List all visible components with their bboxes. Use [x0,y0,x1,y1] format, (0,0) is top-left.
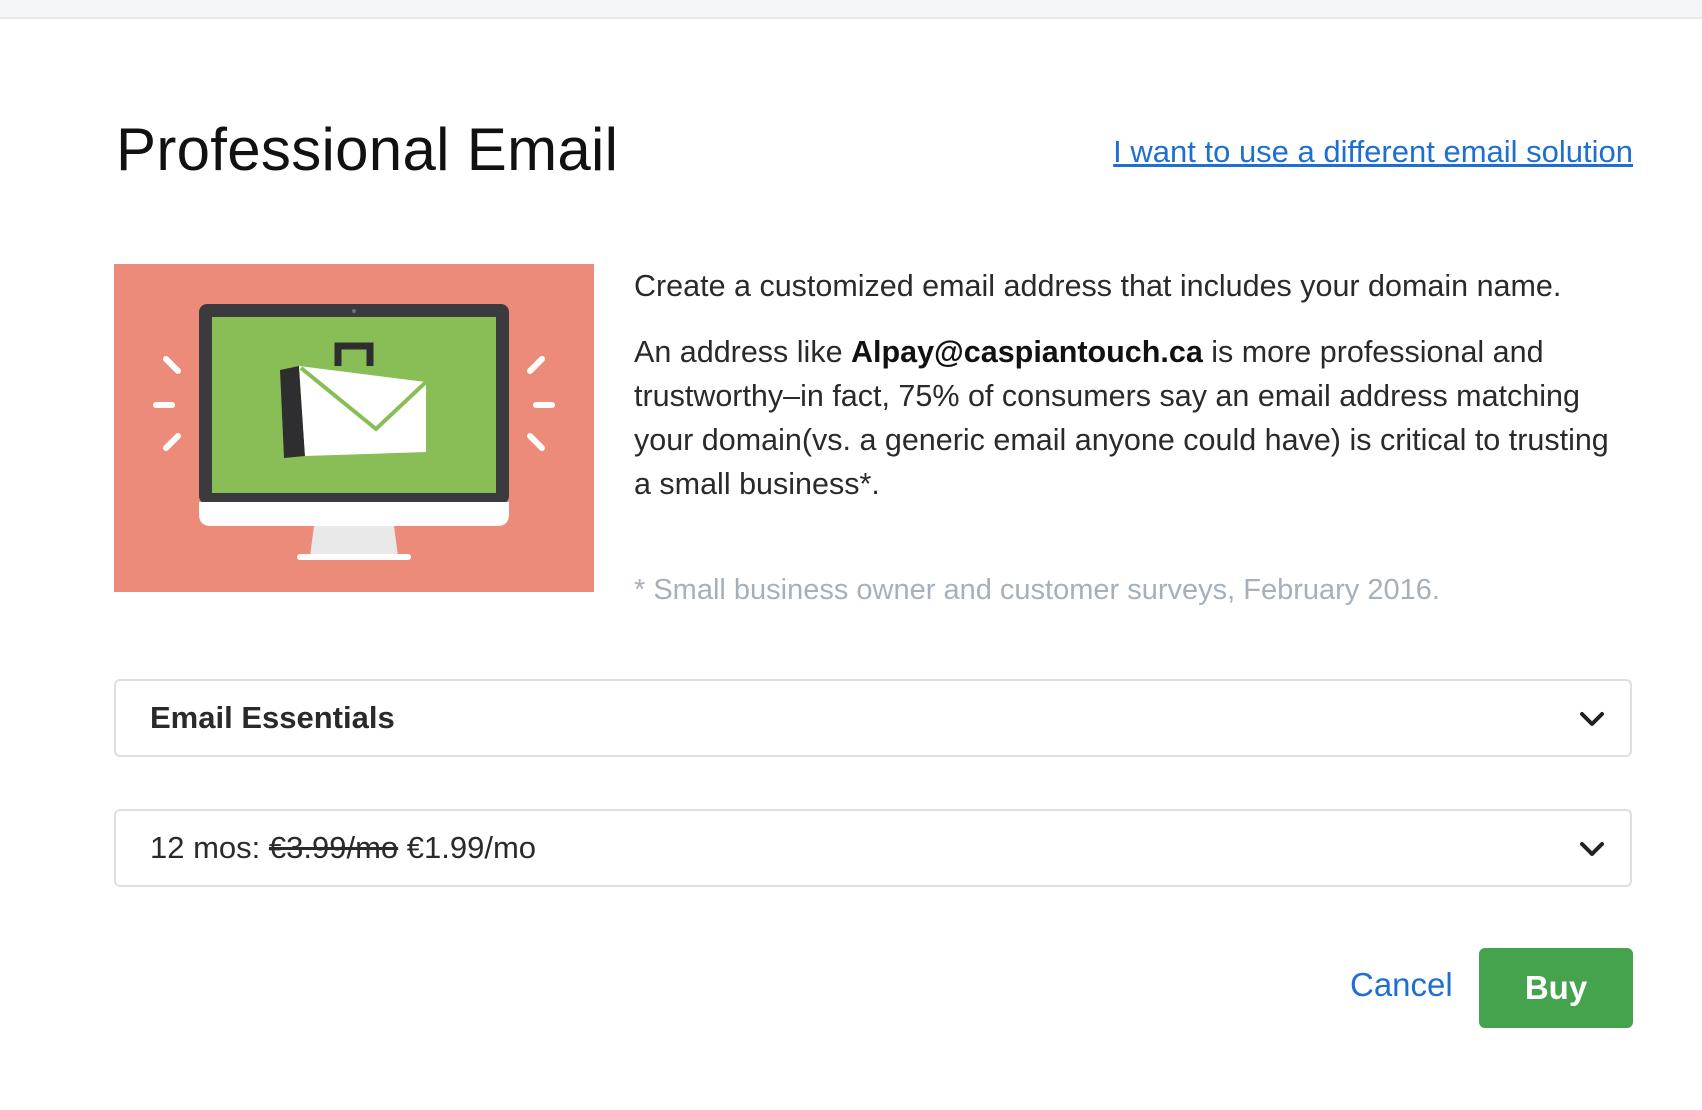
plan-select-value: Email Essentials [150,700,395,735]
intro-text: Create a customized email address that i… [634,269,1562,303]
new-price: €1.99/mo [406,830,537,865]
old-price: €3.99/mo [268,830,399,865]
chevron-down-icon [1580,712,1604,726]
term-select-value: 12 mos: €3.99/mo €1.99/mo [150,811,536,885]
buy-button[interactable]: Buy [1479,948,1633,1028]
example-email-address: Alpay@caspiantouch.ca [851,335,1203,369]
pitch-text: An address like Alpay@caspiantouch.ca is… [634,335,1609,501]
plan-select[interactable]: Email Essentials [114,679,1632,757]
survey-footnote: * Small business owner and customer surv… [634,574,1440,606]
term-price-select[interactable]: 12 mos: €3.99/mo €1.99/mo [114,809,1632,887]
cancel-button[interactable]: Cancel [1350,966,1453,1004]
browser-top-bar [0,0,1702,19]
term-label: 12 mos: [150,830,261,865]
chevron-down-icon [1580,842,1604,856]
different-email-solution-link[interactable]: I want to use a different email solution [1113,134,1633,170]
page-title: Professional Email [116,116,619,183]
email-description: Create a customized email address that i… [634,264,1634,528]
email-illustration [114,264,594,592]
